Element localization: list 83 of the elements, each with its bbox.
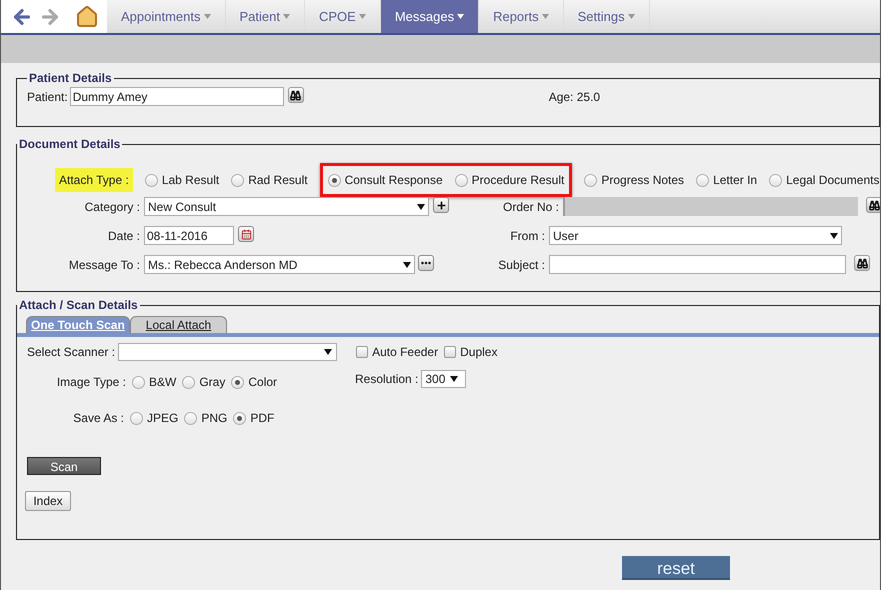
radio-label: Color bbox=[248, 374, 278, 391]
radio-button[interactable] bbox=[144, 174, 158, 186]
scanner-select[interactable] bbox=[118, 343, 338, 361]
radio-button[interactable] bbox=[231, 376, 244, 388]
caret-icon bbox=[542, 14, 549, 19]
age-text: Age: 25.0 bbox=[548, 88, 600, 106]
patient-field[interactable]: Dummy Amey bbox=[70, 87, 284, 106]
caret-icon bbox=[830, 232, 838, 238]
scan-tab[interactable]: Local Attach bbox=[130, 316, 228, 333]
field-label: Order No : bbox=[502, 198, 560, 216]
section-legend: Document Details bbox=[17, 135, 122, 153]
more-icon[interactable] bbox=[418, 255, 434, 271]
radio-button[interactable] bbox=[696, 174, 710, 186]
home-icon[interactable] bbox=[75, 4, 99, 28]
field-label: Message To : bbox=[68, 256, 141, 274]
radio-label: PNG bbox=[201, 410, 228, 427]
field-label: Category : bbox=[84, 198, 141, 216]
menu-tab[interactable]: CPOE bbox=[304, 0, 381, 33]
radio-label: PDF bbox=[250, 410, 274, 427]
radio-label: Progress Notes bbox=[601, 172, 684, 189]
radio-button[interactable] bbox=[233, 412, 246, 424]
radio-button[interactable] bbox=[231, 174, 244, 186]
add-icon[interactable] bbox=[433, 197, 449, 214]
menu-tab[interactable]: Patient bbox=[226, 0, 305, 33]
radio-label: JPEG bbox=[147, 410, 178, 427]
field-label: Resolution : bbox=[355, 371, 420, 388]
radio-label: Lab Result bbox=[162, 172, 220, 189]
field-label: Image Type : bbox=[56, 374, 127, 391]
subject-field[interactable] bbox=[549, 255, 846, 274]
resolution-select[interactable]: 300 bbox=[421, 370, 466, 388]
caret-icon bbox=[450, 376, 458, 382]
radio-button[interactable] bbox=[132, 376, 145, 388]
field-label: Date : bbox=[106, 228, 141, 244]
field-label: Patient: bbox=[27, 88, 68, 106]
menu-tab[interactable]: Messages bbox=[380, 0, 480, 33]
category-select[interactable]: New Consult bbox=[144, 197, 429, 216]
menu-tab[interactable]: Appointments bbox=[107, 0, 226, 33]
caret-icon bbox=[417, 204, 425, 210]
radio-label: B&W bbox=[149, 374, 176, 391]
caret-icon bbox=[403, 262, 411, 268]
radio-button[interactable] bbox=[328, 174, 341, 186]
section-legend: Attach / Scan Details bbox=[17, 296, 140, 314]
caret-icon bbox=[204, 14, 210, 19]
radio-label: Procedure Result bbox=[472, 172, 564, 189]
radio-button[interactable] bbox=[184, 412, 198, 424]
radio-button[interactable] bbox=[182, 376, 196, 388]
field-label: Select Scanner : bbox=[27, 344, 116, 361]
caret-icon bbox=[628, 14, 635, 19]
caret-icon bbox=[457, 14, 464, 19]
radio-label: Consult Response bbox=[344, 172, 443, 189]
radio-button[interactable] bbox=[130, 412, 143, 424]
field-label: Subject : bbox=[497, 256, 546, 274]
date-field[interactable]: 08-11-2016 bbox=[144, 226, 234, 245]
calendar-icon[interactable] bbox=[238, 226, 254, 242]
reset-button[interactable]: reset bbox=[622, 556, 730, 580]
radio-button[interactable] bbox=[454, 174, 468, 186]
recipient-select[interactable]: Ms.: Rebecca Anderson MD bbox=[144, 255, 415, 274]
radio-button[interactable] bbox=[584, 174, 598, 186]
menu-tab[interactable]: Settings bbox=[564, 0, 650, 33]
binoculars-icon[interactable] bbox=[288, 87, 304, 104]
field-label: From : bbox=[509, 228, 546, 244]
checkbox[interactable] bbox=[444, 346, 456, 358]
radio-label: Gray bbox=[199, 374, 226, 391]
radio-label: Letter In bbox=[713, 172, 758, 189]
scan-button[interactable]: Scan bbox=[27, 457, 101, 475]
section-legend: Patient Details bbox=[27, 69, 114, 87]
from-select[interactable]: User bbox=[549, 226, 842, 245]
scan-tab[interactable]: One Touch Scan bbox=[26, 316, 130, 333]
caret-icon bbox=[324, 349, 332, 355]
checkbox-label: Duplex bbox=[460, 344, 498, 361]
caret-icon bbox=[282, 14, 290, 19]
field-label: Save As : bbox=[72, 410, 125, 427]
checkbox-label: Auto Feeder bbox=[372, 344, 438, 361]
binoculars-icon[interactable] bbox=[854, 255, 870, 272]
checkbox[interactable] bbox=[356, 346, 368, 358]
index-button[interactable]: Index bbox=[25, 491, 71, 511]
radio-button[interactable] bbox=[769, 174, 782, 186]
radio-label: Legal Documents bbox=[786, 172, 880, 189]
menu-tab[interactable]: Reports bbox=[479, 0, 564, 33]
caret-icon bbox=[358, 14, 366, 19]
attach-type-label: Attach Type : bbox=[55, 168, 133, 192]
radio-label: Rad Result bbox=[248, 172, 308, 189]
binoculars-icon[interactable] bbox=[866, 197, 880, 214]
